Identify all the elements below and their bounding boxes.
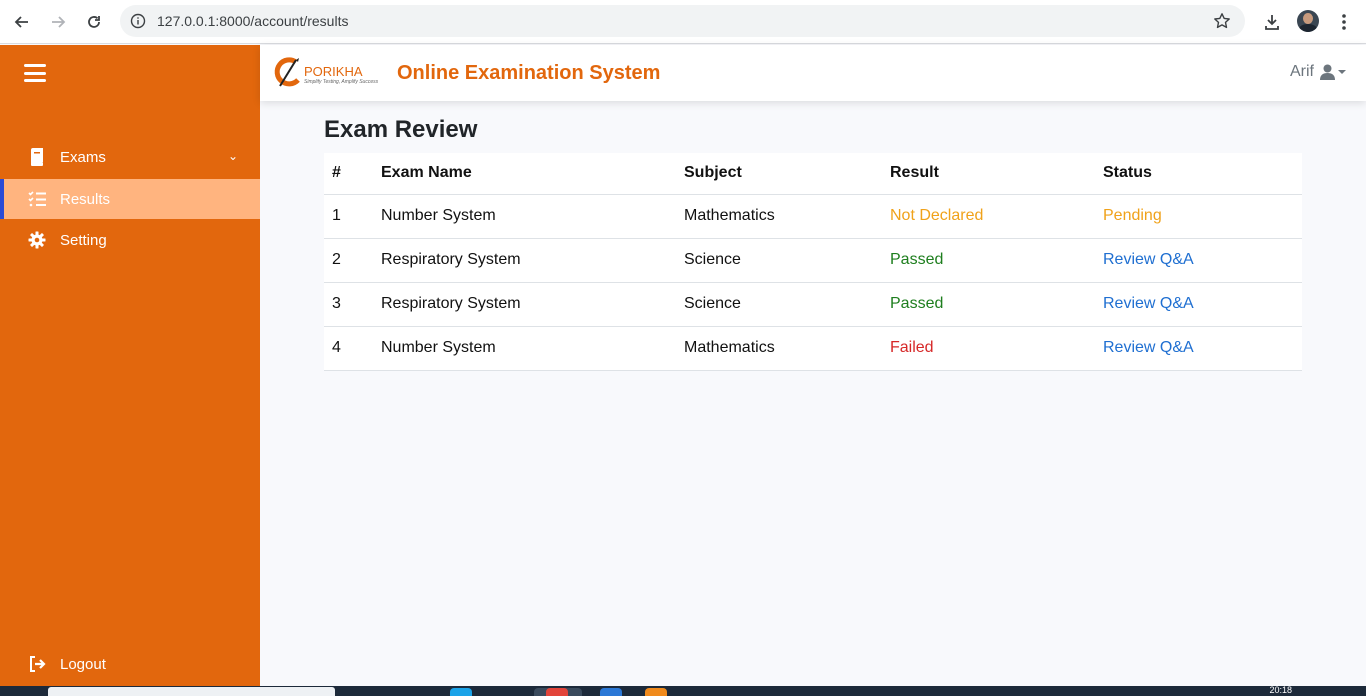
exam-name: Number System xyxy=(373,194,676,239)
taskbar-clock: 20:18 xyxy=(1269,685,1292,695)
sidebar-item-exams[interactable]: Exams ⌄ xyxy=(0,137,260,177)
review-qa-link[interactable]: Review Q&A xyxy=(1095,282,1302,327)
top-header: PORIKHA Simplify Testing, Amplify Succes… xyxy=(260,45,1366,101)
gear-icon xyxy=(28,231,46,249)
exam-name: Respiratory System xyxy=(373,238,676,283)
reload-icon xyxy=(88,16,100,28)
back-button[interactable] xyxy=(10,10,34,34)
os-taskbar: 20:18 xyxy=(0,686,1366,696)
sidebar-item-setting[interactable]: Setting xyxy=(0,220,260,260)
row-number: 3 xyxy=(324,282,373,327)
results-table: # Exam Name Subject Result Status 1 Numb… xyxy=(324,153,1302,371)
table-row: 4 Number System Mathematics Failed Revie… xyxy=(324,326,1302,371)
user-menu[interactable]: Arif xyxy=(1290,63,1346,81)
avatar-body xyxy=(1299,24,1317,32)
subject: Science xyxy=(676,238,882,283)
downloads-button[interactable] xyxy=(1260,10,1284,34)
taskbar-app-icon[interactable] xyxy=(600,688,622,696)
sidebar-item-label: Results xyxy=(60,190,111,208)
subject: Science xyxy=(676,282,882,327)
column-header-subject: Subject xyxy=(676,153,882,195)
row-number: 4 xyxy=(324,326,373,371)
table-header-row: # Exam Name Subject Result Status xyxy=(324,153,1302,195)
subject: Mathematics xyxy=(676,194,882,239)
review-qa-link[interactable]: Review Q&A xyxy=(1095,326,1302,371)
site-info-icon[interactable] xyxy=(130,13,146,29)
bookmark-star-icon[interactable] xyxy=(1213,12,1231,30)
column-header-number: # xyxy=(324,153,373,195)
taskbar-search-box[interactable] xyxy=(48,687,335,696)
menu-toggle-icon[interactable] xyxy=(24,64,46,82)
logout-label: Logout xyxy=(60,655,106,673)
column-header-status: Status xyxy=(1095,153,1302,195)
browser-toolbar: 127.0.0.1:8000/account/results xyxy=(0,0,1366,44)
logo-tagline: Simplify Testing, Amplify Success xyxy=(304,79,379,85)
logo-text: PORIKHA xyxy=(304,64,363,79)
caret-down-icon xyxy=(1338,70,1346,74)
sidebar-item-results[interactable]: Results xyxy=(0,179,260,219)
user-icon xyxy=(1320,64,1335,80)
arrow-right-icon xyxy=(52,16,66,28)
browser-menu-button[interactable] xyxy=(1332,10,1356,34)
sidebar-item-label: Exams xyxy=(60,148,106,166)
app-title: Online Examination System xyxy=(397,62,661,84)
exam-name: Number System xyxy=(373,326,676,371)
list-check-icon xyxy=(28,190,46,208)
arrow-left-icon xyxy=(14,16,28,28)
sidebar-item-label: Setting xyxy=(60,231,107,249)
result-badge: Passed xyxy=(882,238,1095,283)
exam-name: Respiratory System xyxy=(373,282,676,327)
chevron-down-icon: ⌄ xyxy=(227,149,238,163)
taskbar-app-icon[interactable] xyxy=(645,688,667,696)
review-qa-link[interactable]: Review Q&A xyxy=(1095,238,1302,283)
sign-out-icon xyxy=(28,655,46,673)
table-row: 1 Number System Mathematics Not Declared… xyxy=(324,194,1302,239)
result-badge: Passed xyxy=(882,282,1095,327)
taskbar-browser-icon[interactable] xyxy=(546,688,568,696)
status-text: Pending xyxy=(1095,194,1302,239)
forward-button[interactable] xyxy=(46,10,70,34)
url-text: 127.0.0.1:8000/account/results xyxy=(157,13,349,29)
result-badge: Not Declared xyxy=(882,194,1095,239)
address-bar[interactable]: 127.0.0.1:8000/account/results xyxy=(120,5,1245,37)
user-name: Arif xyxy=(1290,63,1314,80)
reload-button[interactable] xyxy=(82,10,106,34)
table-row: 3 Respiratory System Science Passed Revi… xyxy=(324,282,1302,327)
more-vert-icon xyxy=(1342,14,1346,30)
logo-mark-icon xyxy=(274,57,300,87)
book-icon xyxy=(28,148,46,166)
sidebar: Exams ⌄ Results Setting Logout xyxy=(0,45,260,686)
table-row: 2 Respiratory System Science Passed Revi… xyxy=(324,238,1302,283)
profile-avatar[interactable] xyxy=(1297,10,1319,32)
porikha-logo[interactable]: PORIKHA Simplify Testing, Amplify Succes… xyxy=(274,55,378,91)
avatar-face xyxy=(1303,13,1313,24)
logout-button[interactable]: Logout xyxy=(0,644,260,684)
result-badge: Failed xyxy=(882,326,1095,371)
column-header-result: Result xyxy=(882,153,1095,195)
taskbar-app-icon[interactable] xyxy=(450,688,472,696)
download-icon xyxy=(1265,15,1279,30)
row-number: 1 xyxy=(324,194,373,239)
row-number: 2 xyxy=(324,238,373,283)
page-title: Exam Review xyxy=(324,116,478,143)
subject: Mathematics xyxy=(676,326,882,371)
column-header-exam-name: Exam Name xyxy=(373,153,676,195)
